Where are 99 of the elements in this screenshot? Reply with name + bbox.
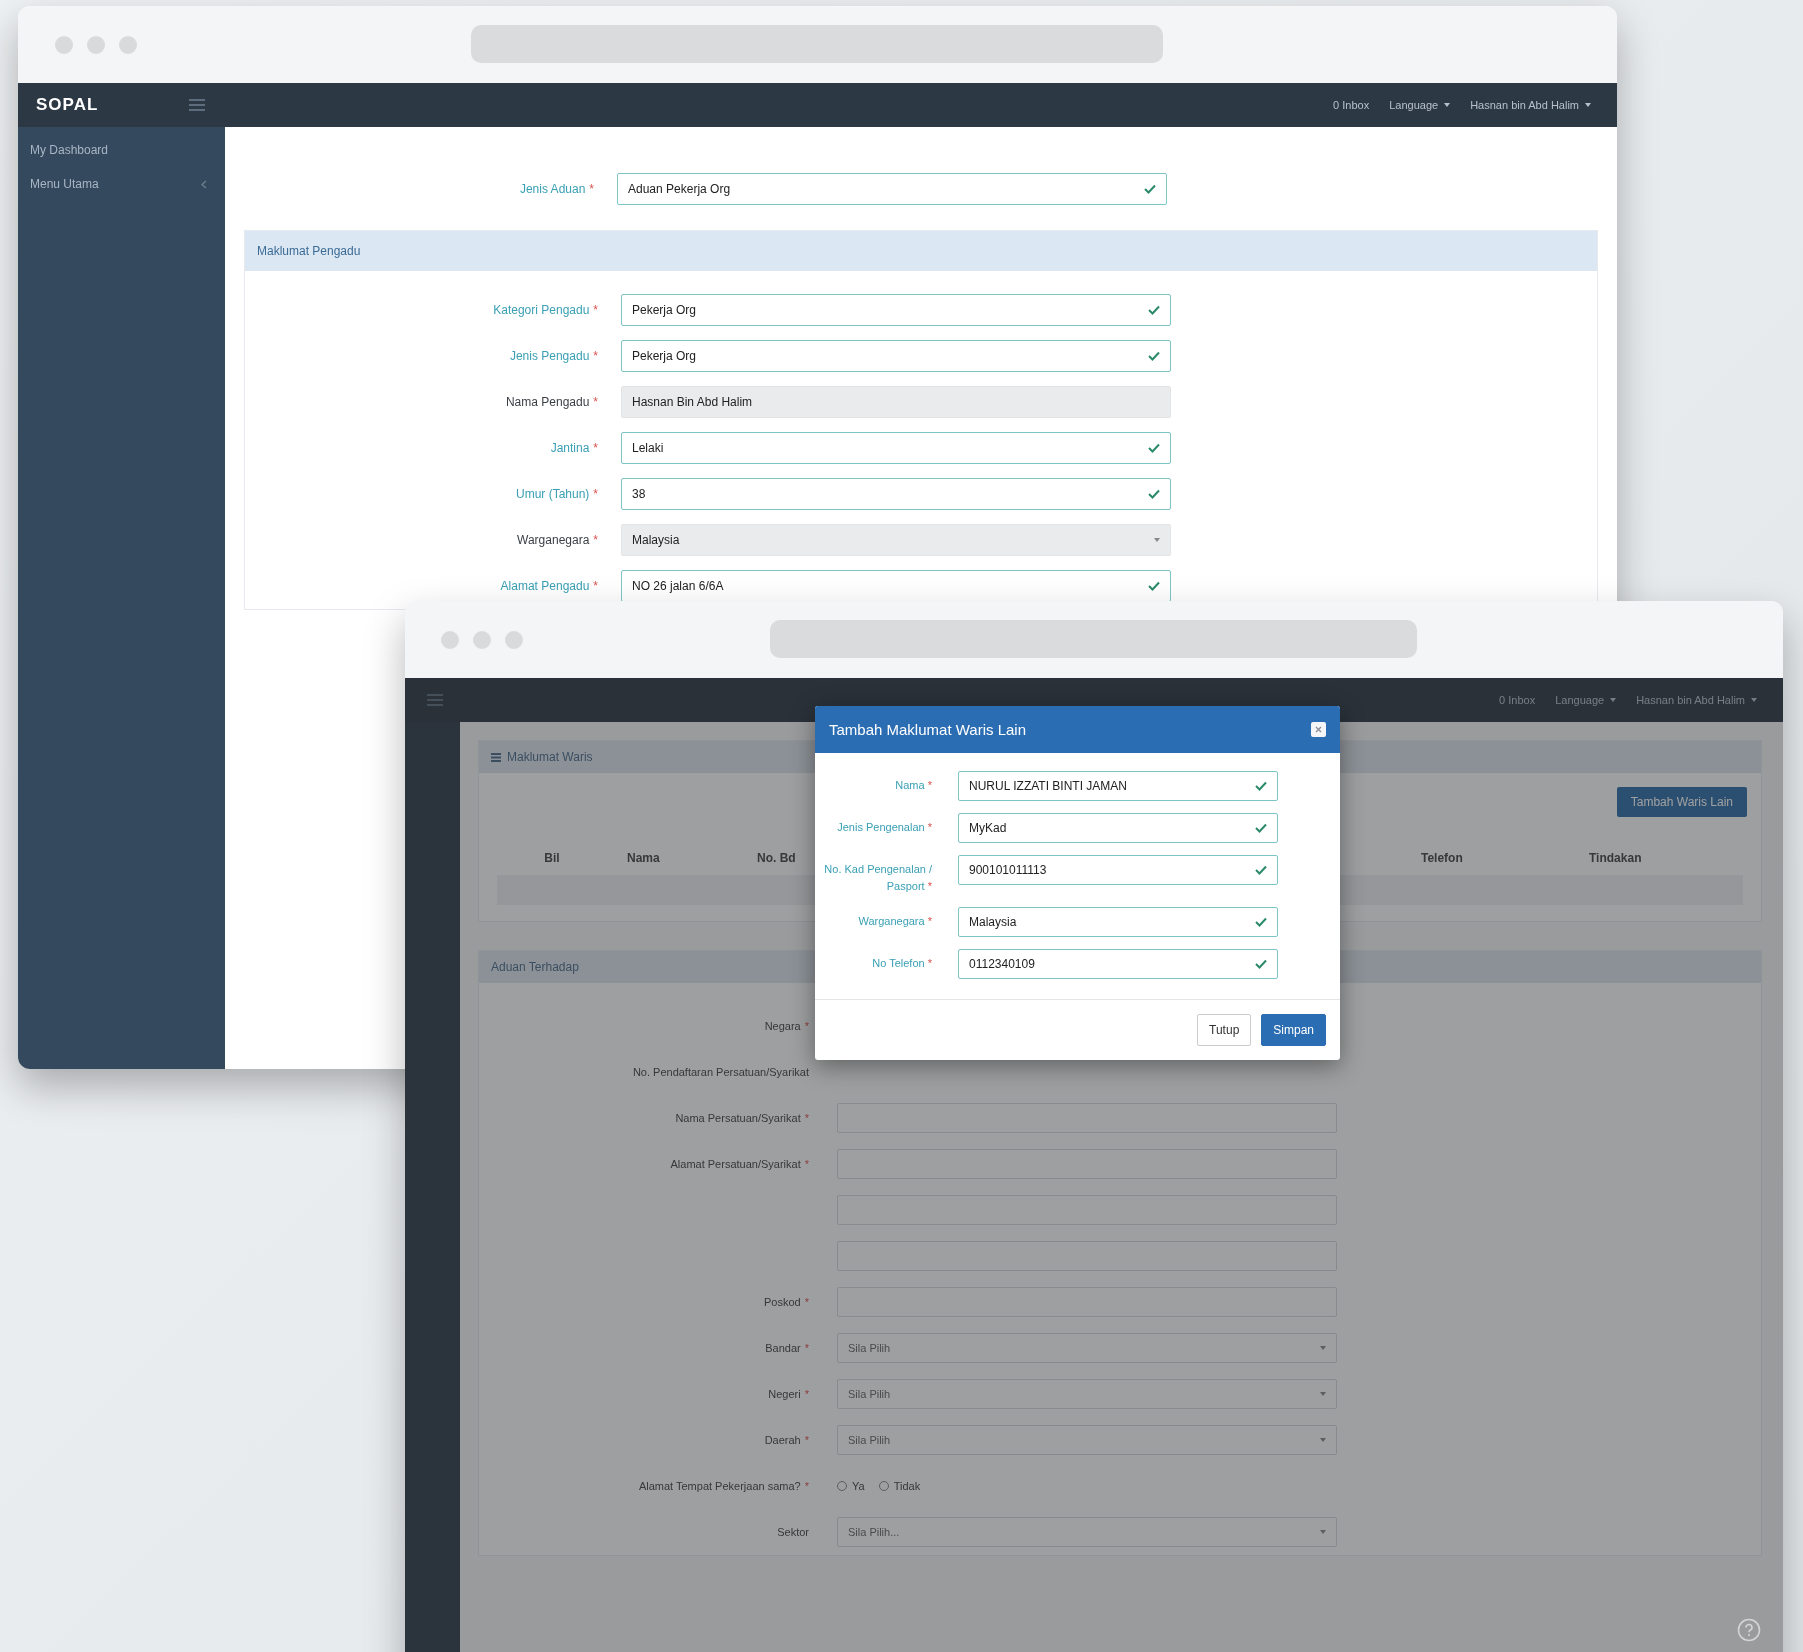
input-field[interactable]: Hasnan Bin Abd Halim xyxy=(621,386,1171,418)
required-mark: * xyxy=(804,1020,809,1032)
column-header: No. Bd xyxy=(757,851,797,865)
window-control-icon[interactable] xyxy=(505,630,523,649)
input-field[interactable]: Lelaki xyxy=(621,432,1171,464)
field-label: Warganegara * xyxy=(858,915,932,927)
field-label: No. Pendaftaran Persatuan/Syarikat xyxy=(632,1066,809,1078)
check-icon xyxy=(1255,781,1267,791)
input-field[interactable]: Aduan Pekerja Org xyxy=(617,173,1167,205)
field-label: Nama Pengadu xyxy=(505,395,590,409)
close-button[interactable]: Tutup xyxy=(1197,1014,1252,1046)
check-icon xyxy=(1148,443,1160,453)
save-button[interactable]: Simpan xyxy=(1261,1014,1326,1046)
field-label: Bandar xyxy=(765,1342,801,1354)
panel-title: Maklumat Waris xyxy=(507,750,593,764)
address-bar[interactable] xyxy=(770,620,1417,658)
nav-menu[interactable]: Language xyxy=(1389,99,1451,111)
window-control-icon[interactable] xyxy=(473,630,491,649)
required-mark: * xyxy=(804,1388,809,1400)
field-label: No Telefon * xyxy=(872,957,932,969)
field-label: No. Kad Pengenalan / Pasport * xyxy=(824,863,932,892)
input-field[interactable]: Pekerja Org xyxy=(621,294,1171,326)
radio-option[interactable]: Tidak xyxy=(878,1480,921,1492)
field-label: Negeri xyxy=(768,1388,801,1400)
check-icon xyxy=(1148,489,1160,499)
caret-icon xyxy=(1320,1530,1326,1534)
window-control-icon[interactable] xyxy=(119,35,137,54)
field-label: Negara xyxy=(764,1020,801,1032)
required-mark: * xyxy=(593,441,598,455)
field-label: Daerah xyxy=(764,1434,801,1446)
field-label: Umur (Tahun) xyxy=(515,487,590,501)
field-label: Jenis Pengadu xyxy=(509,349,590,363)
select-field[interactable]: Malaysia xyxy=(621,524,1171,556)
field-label: Nama Persatuan/Syarikat xyxy=(675,1112,801,1124)
input-field[interactable]: NO 26 jalan 6/6A xyxy=(621,570,1171,602)
input-field[interactable]: NURUL IZZATI BINTI JAMAN xyxy=(958,771,1278,801)
column-header: Bil xyxy=(543,851,561,865)
required-mark: * xyxy=(804,1480,809,1492)
window-control-icon[interactable] xyxy=(55,35,73,54)
section-title: Maklumat Pengadu xyxy=(257,244,361,258)
field-label: Warganegara xyxy=(517,533,590,547)
check-icon xyxy=(1148,305,1160,315)
required-mark: * xyxy=(804,1158,809,1170)
check-icon xyxy=(1148,581,1160,591)
required-mark: * xyxy=(804,1434,809,1446)
input-field[interactable]: 900101011113 xyxy=(958,855,1278,885)
check-icon xyxy=(1255,959,1267,969)
window-control-icon[interactable] xyxy=(87,35,105,54)
check-icon xyxy=(1148,351,1160,361)
field-label: Jantina xyxy=(550,441,590,455)
sidebar-item[interactable]: Menu Utama xyxy=(18,169,225,203)
address-bar[interactable] xyxy=(471,25,1163,63)
required-mark: * xyxy=(804,1112,809,1124)
caret-icon xyxy=(1320,1346,1326,1350)
column-header: Telefon xyxy=(1420,851,1464,865)
field-label: Sektor xyxy=(777,1526,809,1538)
field-label: Alamat Persatuan/Syarikat xyxy=(670,1158,801,1170)
field-label: Jenis Pengenalan * xyxy=(837,821,932,833)
column-header: Tindakan xyxy=(1588,851,1643,865)
required-mark: * xyxy=(593,349,598,363)
field-label: Jenis Aduan xyxy=(519,182,586,196)
field-label: Alamat Tempat Pekerjaan sama? xyxy=(638,1480,801,1492)
nav-menu[interactable]: 0 Inbox xyxy=(1333,99,1370,111)
close-icon[interactable] xyxy=(1311,722,1326,737)
required-mark: * xyxy=(593,303,598,317)
caret-icon xyxy=(1320,1438,1326,1442)
check-icon xyxy=(1255,865,1267,875)
input-field[interactable]: 38 xyxy=(621,478,1171,510)
column-header: Nama xyxy=(626,851,661,865)
list-icon xyxy=(491,752,501,762)
modal-title: Tambah Maklumat Waris Lain xyxy=(829,721,1026,738)
sidebar-item[interactable]: My Dashboard xyxy=(18,135,225,169)
input-field[interactable]: 0112340109 xyxy=(958,949,1278,979)
window-control-icon[interactable] xyxy=(441,630,459,649)
required-mark: * xyxy=(804,1342,809,1354)
menu-icon[interactable] xyxy=(427,694,443,706)
input-field[interactable]: Pekerja Org xyxy=(621,340,1171,372)
nav-menu[interactable]: Hasnan bin Abd Halim xyxy=(1470,99,1591,111)
input-field[interactable]: MyKad xyxy=(958,813,1278,843)
menu-icon[interactable] xyxy=(189,99,205,111)
input-field[interactable]: Malaysia xyxy=(958,907,1278,937)
field-label: Kategori Pengadu xyxy=(493,303,590,317)
check-icon xyxy=(1255,823,1267,833)
check-icon xyxy=(1144,184,1156,194)
required-mark: * xyxy=(593,579,598,593)
field-label: Alamat Pengadu xyxy=(500,579,590,593)
caret-icon xyxy=(1320,1392,1326,1396)
logo: SOPAL xyxy=(36,95,99,115)
help-icon[interactable] xyxy=(1737,1618,1761,1642)
field-label: Nama * xyxy=(895,779,932,791)
required-mark: * xyxy=(593,533,598,547)
section-title: Aduan Terhadap xyxy=(491,960,579,974)
required-mark: * xyxy=(593,487,598,501)
required-mark: * xyxy=(589,182,594,196)
required-mark: * xyxy=(593,395,598,409)
field-label: Poskod xyxy=(764,1296,801,1308)
radio-option[interactable]: Ya xyxy=(837,1480,865,1492)
required-mark: * xyxy=(804,1296,809,1308)
check-icon xyxy=(1255,917,1267,927)
